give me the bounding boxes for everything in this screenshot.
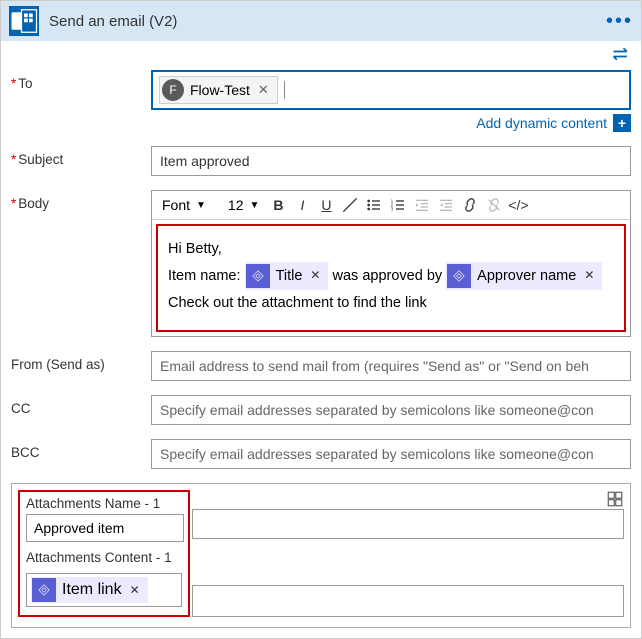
- body-line2: Item name: Title ✕ was approved by Appro…: [168, 262, 614, 290]
- bold-button[interactable]: B: [267, 194, 289, 216]
- attachments-highlight: Attachments Name - 1 Attachments Content…: [18, 490, 190, 617]
- token-itemlink[interactable]: Item link ✕: [31, 577, 148, 603]
- label-body: *Body: [11, 190, 151, 211]
- token-remove-icon[interactable]: ✕: [584, 265, 594, 287]
- subject-input[interactable]: [151, 146, 631, 176]
- attachments-group: Attachments Name - 1 Attachments Content…: [11, 483, 631, 628]
- label-subject: *Subject: [11, 146, 151, 167]
- avatar: F: [162, 79, 184, 101]
- dynamic-token-icon: [32, 578, 56, 602]
- underline-button[interactable]: U: [315, 194, 337, 216]
- cc-input[interactable]: [151, 395, 631, 425]
- label-attachment-name: Attachments Name - 1: [26, 496, 182, 511]
- body-line1: Hi Betty,: [168, 236, 614, 262]
- from-input[interactable]: [151, 351, 631, 381]
- numbering-button[interactable]: 123: [387, 194, 409, 216]
- outlook-icon: [9, 6, 39, 36]
- color-button[interactable]: [339, 194, 361, 216]
- action-card: Send an email (V2) ••• *To F Flow-Test ✕: [0, 0, 642, 639]
- unlink-button[interactable]: [483, 194, 505, 216]
- label-from: From (Send as): [11, 351, 151, 372]
- link-button[interactable]: [459, 194, 481, 216]
- attachment-name-input[interactable]: [26, 514, 184, 542]
- font-select[interactable]: Font▼: [156, 195, 212, 215]
- dynamic-token-icon: [246, 264, 270, 288]
- remove-recipient-icon[interactable]: ✕: [256, 82, 271, 98]
- attachment-content-extend[interactable]: [192, 585, 624, 617]
- add-dynamic-content-icon[interactable]: +: [613, 114, 631, 132]
- card-menu-button[interactable]: •••: [606, 10, 633, 33]
- token-remove-icon[interactable]: ✕: [130, 583, 140, 597]
- body-line3: Check out the attachment to find the lin…: [168, 290, 614, 316]
- recipient-chip[interactable]: F Flow-Test ✕: [159, 76, 278, 104]
- token-remove-icon[interactable]: ✕: [310, 265, 320, 287]
- svg-text:3: 3: [391, 206, 394, 211]
- outdent-button[interactable]: [411, 194, 433, 216]
- recipient-label: Flow-Test: [190, 82, 250, 98]
- text-cursor: [284, 81, 285, 99]
- dynamic-token-icon: [447, 264, 471, 288]
- bcc-input[interactable]: [151, 439, 631, 469]
- body-editor: Font▼ 12▼ B I U 123 </>: [151, 190, 631, 337]
- editor-toolbar: Font▼ 12▼ B I U 123 </>: [152, 191, 630, 220]
- fontsize-select[interactable]: 12▼: [214, 195, 265, 215]
- card-header: Send an email (V2) •••: [1, 1, 641, 41]
- token-title[interactable]: Title ✕: [245, 262, 329, 290]
- codeview-button[interactable]: </>: [507, 194, 529, 216]
- label-bcc: BCC: [11, 439, 151, 460]
- indent-button[interactable]: [435, 194, 457, 216]
- label-cc: CC: [11, 395, 151, 416]
- italic-button[interactable]: I: [291, 194, 313, 216]
- to-input[interactable]: F Flow-Test ✕: [151, 70, 631, 110]
- label-to: *To: [11, 70, 151, 91]
- body-content[interactable]: Hi Betty, Item name: Title ✕ was approve…: [156, 224, 626, 332]
- label-attachment-content: Attachments Content - 1: [26, 550, 182, 565]
- token-approver[interactable]: Approver name ✕: [446, 262, 602, 290]
- bullets-button[interactable]: [363, 194, 385, 216]
- swap-icon[interactable]: [611, 47, 631, 66]
- attachment-name-extend[interactable]: [192, 509, 624, 539]
- card-title: Send an email (V2): [49, 13, 606, 30]
- add-dynamic-content-link[interactable]: Add dynamic content: [476, 115, 607, 131]
- attachment-content-input[interactable]: Item link ✕: [26, 573, 182, 607]
